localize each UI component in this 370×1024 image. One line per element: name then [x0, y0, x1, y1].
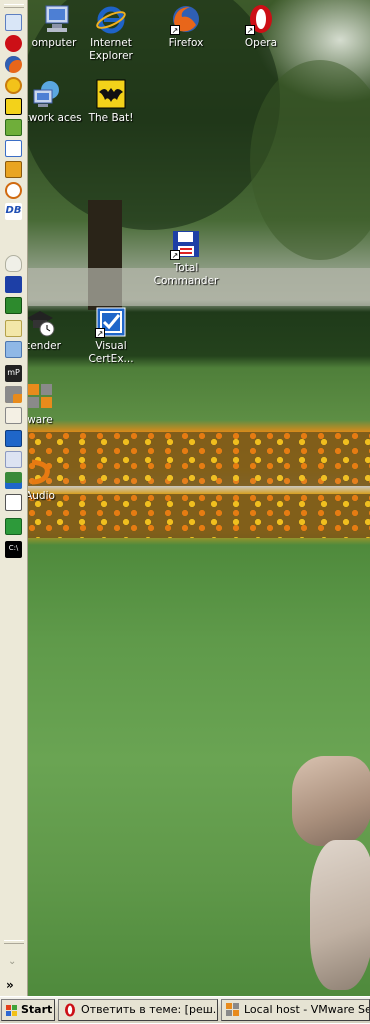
vmware-grid-icon — [24, 380, 56, 412]
floppy-save-icon: ↗ — [170, 228, 202, 260]
shortcut-arrow-icon: ↗ — [95, 328, 105, 338]
wallpaper-flowerbed — [28, 432, 370, 486]
db-icon[interactable]: DB — [5, 203, 22, 220]
taskbar: Start Ответить в теме: [реш... Local hos… — [0, 996, 370, 1023]
wallpaper-flowerbed — [28, 494, 370, 538]
total-commander-item[interactable]: ↗ Total Commander — [150, 228, 222, 288]
opera-item[interactable]: ↗ Opera — [225, 3, 297, 50]
compass-icon[interactable] — [5, 320, 22, 337]
chart-icon[interactable] — [5, 472, 22, 489]
start-button[interactable]: Start — [1, 999, 55, 1021]
firefox-icon[interactable] — [5, 56, 22, 73]
thebat-icon — [95, 78, 127, 110]
icon-label: The Bat! — [88, 112, 134, 124]
checkbox-icon: ↗ — [95, 306, 127, 338]
ie-icon[interactable] — [5, 14, 22, 31]
wallpaper-rock — [292, 756, 370, 846]
firefox-icon: ↗ — [170, 3, 202, 35]
toolbar-grip[interactable] — [4, 940, 24, 944]
install-icon[interactable] — [5, 297, 22, 314]
firefox-item[interactable]: ↗ Firefox — [150, 3, 222, 50]
grid-icon[interactable] — [5, 386, 22, 403]
visual-certexam-item[interactable]: ↗ Visual CertEx... — [75, 306, 147, 366]
clock-icon[interactable] — [5, 77, 22, 94]
sync-icon[interactable] — [5, 182, 22, 199]
computer-icon — [38, 3, 70, 35]
internet-explorer-icon — [95, 3, 127, 35]
check-icon[interactable] — [5, 430, 22, 447]
taskbar-item-opera[interactable]: Ответить в теме: [реш... — [58, 999, 218, 1021]
start-label: Start — [21, 1003, 53, 1016]
network-icon[interactable] — [5, 119, 22, 136]
task-label: Ответить в теме: [реш... — [81, 1003, 218, 1016]
internet-explorer-item[interactable]: Internet Explorer — [75, 3, 147, 63]
taskbar-item-vmware[interactable]: Local host - VMware Ser... — [221, 999, 370, 1021]
icon-label: Firefox — [168, 37, 204, 49]
icon-label: Visual CertEx... — [88, 340, 134, 365]
cmd-icon[interactable]: C:\ — [5, 541, 22, 558]
graduation-cap-icon — [24, 306, 56, 338]
tools-icon[interactable] — [5, 451, 22, 468]
shortcut-arrow-icon: ↗ — [245, 25, 255, 35]
icon-label: Opera — [244, 37, 278, 49]
vmware-icon — [226, 1003, 240, 1017]
wallpaper-rock — [310, 840, 370, 990]
chevron-more-icon[interactable]: » — [6, 978, 14, 992]
scroll-down-icon[interactable]: ⌄ — [8, 956, 16, 967]
arc-icon[interactable] — [5, 161, 22, 178]
mp-icon[interactable]: mP — [5, 365, 22, 382]
cap-icon[interactable] — [5, 407, 22, 424]
network-icon — [30, 78, 62, 110]
toolbar-grip[interactable] — [4, 4, 24, 8]
p-icon[interactable] — [5, 518, 22, 535]
save-icon[interactable] — [5, 276, 22, 293]
opera-icon[interactable] — [5, 35, 22, 52]
printer-icon[interactable] — [5, 494, 22, 511]
shortcut-arrow-icon: ↗ — [170, 25, 180, 35]
thebat-icon[interactable] — [5, 98, 22, 115]
bulb-icon[interactable] — [5, 255, 22, 272]
icon-label: Total Commander — [153, 262, 219, 287]
the-bat-item[interactable]: The Bat! — [75, 78, 147, 125]
desktop[interactable]: omputer Internet Explorer ↗ Firefox ↗ Op… — [0, 0, 370, 996]
opera-icon: ↗ — [245, 3, 277, 35]
icon-label: Internet Explorer — [89, 37, 133, 62]
devices-icon[interactable] — [5, 341, 22, 358]
task-label: Local host - VMware Ser... — [244, 1003, 369, 1016]
opera-icon — [63, 1003, 77, 1017]
mail-icon[interactable] — [5, 140, 22, 157]
shortcut-arrow-icon: ↗ — [170, 250, 180, 260]
quick-launch-toolbar: DB mP C:\ ⌄ » — [0, 0, 28, 996]
windows-logo-icon — [6, 1004, 18, 1016]
audio-icon — [24, 456, 56, 488]
